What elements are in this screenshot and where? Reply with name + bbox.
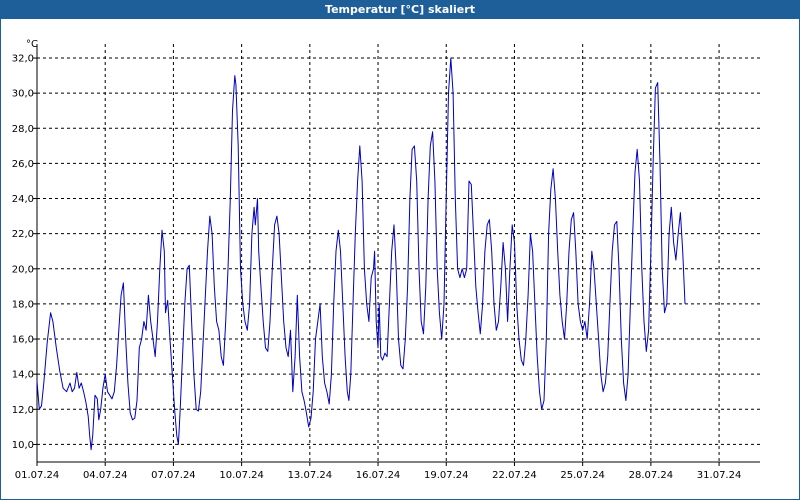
line-chart: 10,0 12,0 14,0 16,0 18,0 20,0 22,0 24,0 26,0 28,0… — [12, 39, 760, 481]
y-tick-label: 12,0 — [12, 405, 34, 416]
grid — [37, 44, 760, 462]
x-tick-label: 13.07.24 — [288, 470, 333, 481]
y-tick-label: 26,0 — [12, 159, 34, 170]
x-tick-label: 28.07.24 — [629, 470, 674, 481]
y-axis-unit-label: °C — [26, 39, 38, 50]
series-layer — [36, 57, 686, 451]
y-tick-label: 30,0 — [12, 89, 34, 100]
x-tick-label: 31.07.24 — [697, 470, 742, 481]
y-tick-label: 20,0 — [12, 264, 34, 275]
x-tick-label: 25.07.24 — [560, 470, 605, 481]
y-tick-labels: 10,0 12,0 14,0 16,0 18,0 20,0 22,0 24,0 26,0 28,0… — [12, 54, 34, 451]
y-tick-label: 32,0 — [12, 54, 34, 65]
x-tick-label: 16.07.24 — [356, 470, 401, 481]
y-tick-label: 10,0 — [12, 440, 34, 451]
y-tick-label: 18,0 — [12, 299, 34, 310]
x-tick-label: 19.07.24 — [424, 470, 469, 481]
x-tick-label: 04.07.24 — [83, 470, 128, 481]
y-tick-label: 22,0 — [12, 229, 34, 240]
x-tick-label: 22.07.24 — [492, 470, 537, 481]
y-tick-label: 14,0 — [12, 370, 34, 381]
x-tick-label: 01.07.24 — [15, 470, 60, 481]
x-tick-label: 07.07.24 — [151, 470, 196, 481]
x-tick-label: 10.07.24 — [219, 470, 264, 481]
y-tick-label: 24,0 — [12, 194, 34, 205]
x-tick-labels: 01.07.24 04.07.24 07.07.24 10.07.24 13.07.24… — [15, 470, 742, 481]
y-tick-label: 28,0 — [12, 124, 34, 135]
y-tick-label: 16,0 — [12, 335, 34, 346]
temperature-series-line — [36, 57, 686, 451]
